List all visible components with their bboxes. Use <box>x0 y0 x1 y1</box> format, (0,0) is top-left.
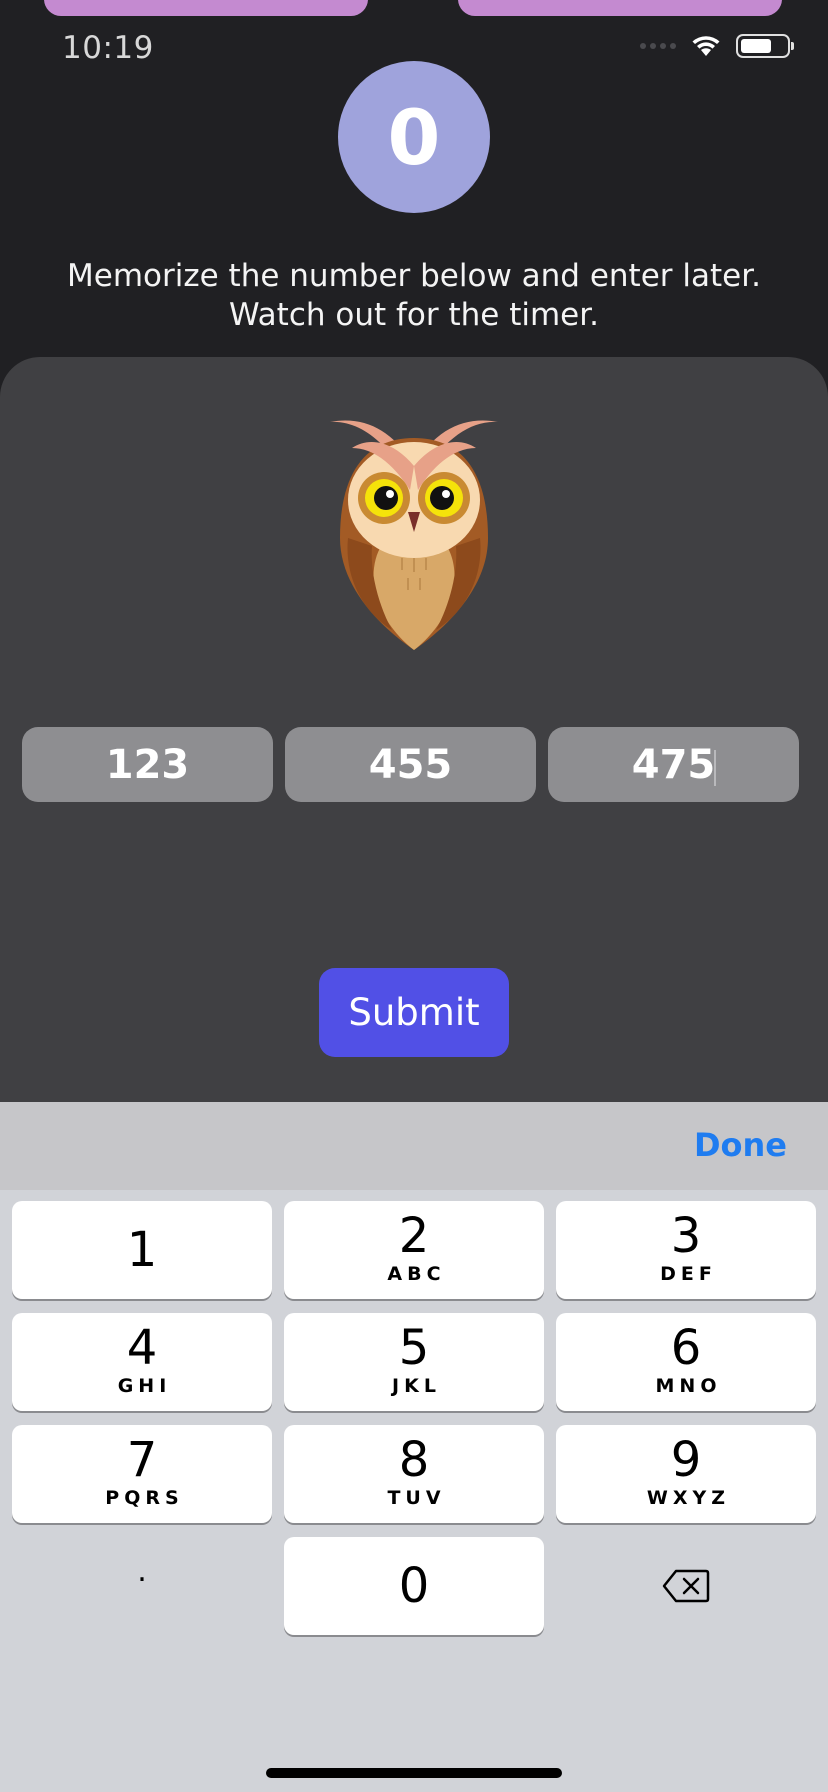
owl-icon <box>330 420 498 650</box>
key-digit: 8 <box>398 1432 430 1488</box>
numeric-keyboard: 1 2 ABC 3 DEF 4 GHI 5 JKL 6 MNO 7 PQRS 8… <box>0 1190 828 1792</box>
instruction-line-2: Watch out for the timer. <box>229 297 599 333</box>
key-0[interactable]: 0 <box>284 1537 544 1635</box>
key-digit: 7 <box>126 1432 158 1488</box>
key-delete[interactable] <box>556 1537 816 1635</box>
key-letters: DEF <box>660 1263 717 1285</box>
key-letters: MNO <box>655 1375 722 1397</box>
key-digit: 0 <box>398 1558 430 1614</box>
battery-icon <box>736 34 794 58</box>
key-decimal[interactable]: . <box>12 1537 272 1635</box>
key-5[interactable]: 5 JKL <box>284 1313 544 1411</box>
key-letters: PQRS <box>105 1487 184 1509</box>
submit-button[interactable]: Submit <box>319 968 509 1057</box>
key-digit: 9 <box>670 1432 702 1488</box>
top-left-button[interactable] <box>44 0 368 16</box>
top-right-button[interactable] <box>458 0 782 16</box>
status-icons <box>640 34 794 58</box>
key-4[interactable]: 4 GHI <box>12 1313 272 1411</box>
key-letters: GHI <box>117 1375 172 1397</box>
key-digit: 5 <box>398 1320 430 1376</box>
score-circle: 0 <box>338 61 490 213</box>
key-digit: 3 <box>670 1208 702 1264</box>
status-time: 10:19 <box>62 30 154 66</box>
key-letters: WXYZ <box>646 1487 731 1509</box>
key-digit: 2 <box>398 1208 430 1264</box>
key-7[interactable]: 7 PQRS <box>12 1425 272 1523</box>
key-8[interactable]: 8 TUV <box>284 1425 544 1523</box>
key-letters: TUV <box>387 1487 446 1509</box>
key-letters: JKL <box>392 1375 441 1397</box>
done-button[interactable]: Done <box>694 1126 787 1164</box>
key-9[interactable]: 9 WXYZ <box>556 1425 816 1523</box>
number-field-3[interactable]: 475 <box>548 727 799 802</box>
key-digit: 4 <box>126 1320 158 1376</box>
key-2[interactable]: 2 ABC <box>284 1201 544 1299</box>
wifi-icon <box>692 36 720 56</box>
key-3[interactable]: 3 DEF <box>556 1201 816 1299</box>
number-field-1[interactable]: 123 <box>22 727 273 802</box>
key-1[interactable]: 1 <box>12 1201 272 1299</box>
instruction-line-1: Memorize the number below and enter late… <box>67 258 761 294</box>
cellular-signal-icon <box>640 43 676 49</box>
number-field-2[interactable]: 455 <box>285 727 536 802</box>
backspace-icon <box>662 1569 710 1603</box>
key-digit: 6 <box>670 1320 702 1376</box>
key-digit: 1 <box>126 1222 158 1278</box>
key-letters: ABC <box>387 1263 446 1285</box>
key-6[interactable]: 6 MNO <box>556 1313 816 1411</box>
home-indicator <box>266 1768 562 1778</box>
keyboard-accessory-bar: Done <box>0 1102 828 1190</box>
text-caret <box>714 750 716 786</box>
